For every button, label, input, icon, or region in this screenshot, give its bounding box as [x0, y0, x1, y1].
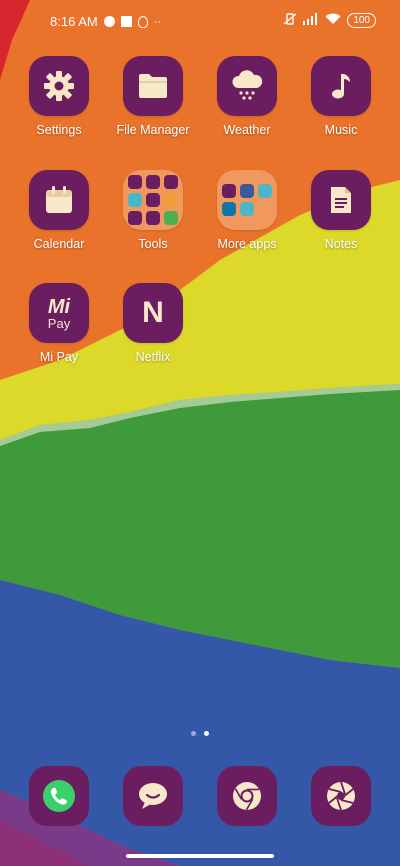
chrome-icon — [233, 782, 261, 811]
clock: 8:16 AM — [50, 14, 98, 29]
home-gesture-bar[interactable] — [126, 854, 274, 858]
folder-grid-icon — [217, 170, 277, 230]
app-label: Tools — [138, 237, 168, 251]
netflix-icon-letter: N — [142, 296, 164, 329]
camera-aperture-icon — [327, 781, 355, 811]
mi-pay-icon-bottom: Pay — [47, 315, 71, 331]
folder-tools[interactable]: Tools — [106, 170, 200, 251]
vibrate-off-icon — [283, 13, 297, 28]
signal-icon — [303, 13, 319, 28]
status-bar: 8:16 AM ·· 100 — [0, 0, 400, 44]
app-label: Netflix — [135, 350, 171, 364]
app-music[interactable]: Music — [294, 56, 388, 137]
app-label: More apps — [217, 237, 277, 251]
app-file-manager[interactable]: File Manager — [106, 56, 200, 137]
app-netflix[interactable]: N Netflix — [106, 283, 200, 364]
app-label: File Manager — [116, 123, 190, 137]
mini-app-icon — [222, 202, 236, 216]
data-saver-icon — [103, 16, 115, 27]
more-notifications-icon: ·· — [153, 15, 162, 28]
mini-app-icon — [240, 202, 254, 216]
document-icon — [311, 170, 371, 230]
dock-phone[interactable] — [29, 766, 89, 826]
lightbulb-icon — [137, 15, 148, 28]
weather-cloud-icon — [217, 56, 277, 116]
app-label: Music — [324, 123, 358, 137]
dock-messaging[interactable] — [123, 766, 183, 826]
folder-icon — [123, 56, 183, 116]
mini-app-icon — [128, 175, 142, 189]
mi-pay-icon: Mi Pay — [29, 283, 89, 343]
gear-icon — [29, 56, 89, 116]
folder-more-apps[interactable]: More apps — [200, 170, 294, 251]
mini-app-icon — [146, 211, 160, 225]
calendar-icon — [29, 170, 89, 230]
mi-pay-icon-top: Mi — [47, 295, 71, 318]
wifi-icon — [325, 13, 341, 28]
folder-grid-icon — [123, 170, 183, 230]
app-label: Settings — [36, 123, 82, 137]
mini-app-icon — [222, 184, 236, 198]
app-calendar[interactable]: Calendar — [12, 170, 106, 251]
chat-bubble-icon — [139, 783, 167, 809]
app-label: Notes — [324, 237, 358, 251]
mini-app-icon — [128, 211, 142, 225]
app-weather[interactable]: Weather — [200, 56, 294, 137]
page-dot[interactable] — [191, 731, 196, 736]
mini-app-icon — [258, 184, 272, 198]
page-indicator — [0, 731, 400, 736]
mini-app-icon — [164, 211, 178, 225]
app-notes[interactable]: Notes — [294, 170, 388, 251]
page-dot-active[interactable] — [204, 731, 209, 736]
dock-chrome[interactable] — [217, 766, 277, 826]
app-label: Calendar — [33, 237, 85, 251]
dock-camera[interactable] — [311, 766, 371, 826]
netflix-icon: N — [123, 283, 183, 343]
music-note-icon — [311, 56, 371, 116]
mini-app-icon — [240, 184, 254, 198]
app-label: Mi Pay — [39, 350, 79, 364]
mini-app-icon — [146, 175, 160, 189]
app-label: Weather — [223, 123, 271, 137]
mini-app-icon — [146, 193, 160, 207]
battery-indicator: 100 — [347, 13, 376, 28]
mini-app-icon — [164, 193, 178, 207]
app-mi-pay[interactable]: Mi Pay Mi Pay — [12, 283, 106, 364]
mini-app-icon — [164, 175, 178, 189]
screenshot-icon — [120, 16, 132, 27]
mini-app-icon — [128, 193, 142, 207]
phone-icon — [43, 780, 75, 812]
app-settings[interactable]: Settings — [12, 56, 106, 137]
